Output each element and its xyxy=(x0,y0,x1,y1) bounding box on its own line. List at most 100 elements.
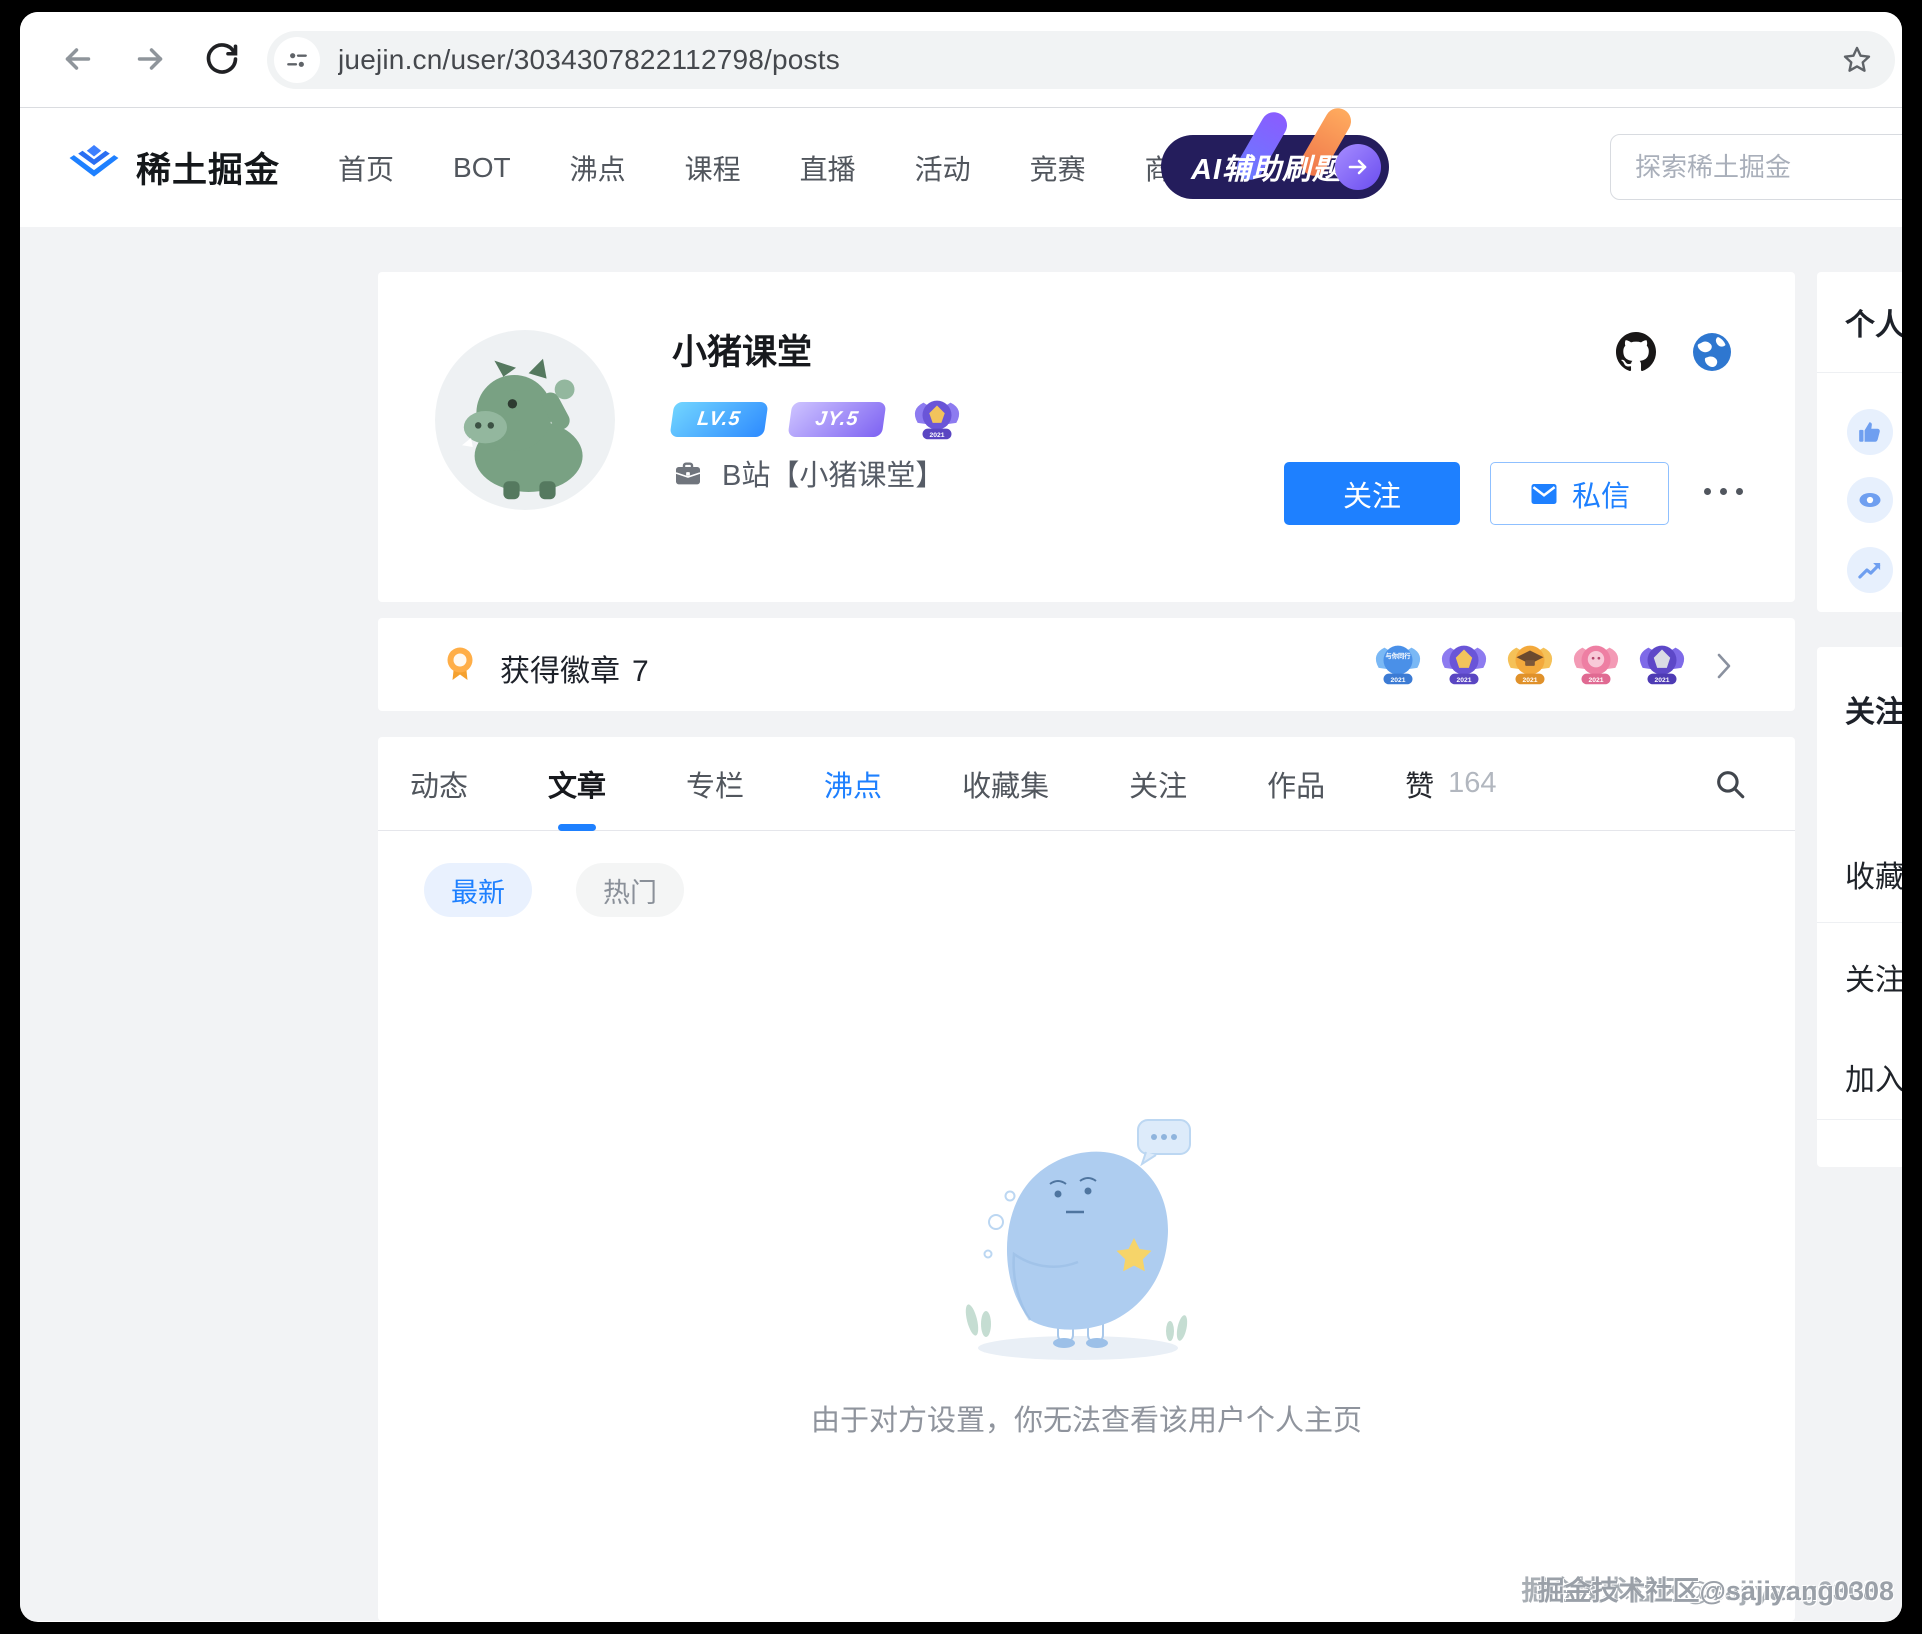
badges-strip: 获得徽章7 与你同行 2021 2021 xyxy=(378,618,1795,711)
ai-practice-label: AI辅助刷题 xyxy=(1191,146,1342,188)
badge-silver-pen-2021-icon: 2021 xyxy=(1633,635,1691,693)
avatar[interactable] xyxy=(435,330,615,510)
globe-icon xyxy=(1692,332,1732,372)
jy-badge[interactable]: JY.5 xyxy=(788,402,887,437)
divider xyxy=(1817,922,1902,923)
filter-hot[interactable]: 热门 xyxy=(576,863,684,917)
follow-button[interactable]: 关注 xyxy=(1284,462,1460,525)
tab-following[interactable]: 关注 xyxy=(1129,737,1187,831)
nav-item-contests[interactable]: 竞赛 xyxy=(1030,148,1086,188)
tab-activity[interactable]: 动态 xyxy=(410,737,468,831)
thumbs-up-icon xyxy=(1857,419,1883,445)
arrow-right-icon xyxy=(1335,144,1381,190)
logo-text: 稀土掘金 xyxy=(136,142,280,193)
page-content: 小猪课堂 LV.5 JY.5 2021 xyxy=(20,227,1902,1621)
search-input[interactable] xyxy=(1611,135,1902,199)
forward-arrow-icon xyxy=(132,41,168,77)
svg-text:2021: 2021 xyxy=(1522,677,1537,684)
stats-card: 关注了 收藏集 关注标签 加入于 xyxy=(1817,647,1902,1167)
badge-tongxing-2021-icon: 与你同行 2021 xyxy=(1369,635,1427,693)
forward-button[interactable] xyxy=(130,40,170,80)
badges-label: 获得徽章7 xyxy=(500,646,649,690)
tab-search-button[interactable] xyxy=(1713,767,1747,806)
creator-2021-badge-icon[interactable]: 2021 xyxy=(908,390,966,448)
nav-item-courses[interactable]: 课程 xyxy=(685,148,741,188)
badge-graduation-cap-2021-icon: 2021 xyxy=(1501,635,1559,693)
message-button-label: 私信 xyxy=(1572,473,1630,515)
divider xyxy=(1817,372,1902,373)
sidebar-row-joined[interactable]: 加入于 xyxy=(1845,1055,1902,1099)
browser-window: juejin.cn/user/3034307822112798/posts 稀土… xyxy=(20,12,1902,1622)
github-link[interactable] xyxy=(1616,332,1656,372)
likes-count: 164 xyxy=(1448,767,1496,800)
url-text[interactable]: juejin.cn/user/3034307822112798/posts xyxy=(338,44,1841,76)
nav-item-home[interactable]: 首页 xyxy=(338,148,394,188)
site-search xyxy=(1610,134,1902,200)
empty-state-illustration xyxy=(938,1067,1218,1382)
briefcase-icon xyxy=(672,457,704,489)
level-badge[interactable]: LV.5 xyxy=(670,402,769,437)
following-title[interactable]: 关注了 xyxy=(1845,687,1902,731)
profile-card: 小猪课堂 LV.5 JY.5 2021 xyxy=(378,272,1795,602)
trend-stat-icon xyxy=(1847,547,1893,593)
active-tab-underline xyxy=(558,824,596,831)
likes-stat-icon xyxy=(1847,409,1893,455)
site-info-button[interactable] xyxy=(274,37,320,83)
back-button[interactable] xyxy=(58,40,98,80)
github-icon xyxy=(1616,332,1656,372)
url-bar[interactable]: juejin.cn/user/3034307822112798/posts xyxy=(267,31,1895,89)
tab-works[interactable]: 作品 xyxy=(1267,737,1325,831)
svg-text:2021: 2021 xyxy=(1456,677,1471,684)
profile-tabs: 动态 文章 专栏 沸点 收藏集 关注 作品 赞 164 xyxy=(378,737,1795,831)
nav-item-pins[interactable]: 沸点 xyxy=(570,148,626,188)
message-button[interactable]: 私信 xyxy=(1490,462,1669,525)
user-badges: LV.5 JY.5 2021 xyxy=(672,390,966,448)
badge-icons: 与你同行 2021 2021 2021 xyxy=(1369,635,1691,693)
achievements-title: 个人成就 xyxy=(1845,300,1902,344)
search-icon xyxy=(1713,767,1747,801)
main-menu: 首页 BOT 沸点 课程 直播 活动 竞赛 商城 xyxy=(338,108,1201,227)
more-actions-button[interactable] xyxy=(1704,488,1743,495)
svg-text:2021: 2021 xyxy=(929,432,944,439)
reload-button[interactable] xyxy=(202,40,242,80)
sidebar-row-followed-tags[interactable]: 关注标签 xyxy=(1845,955,1902,999)
tab-likes[interactable]: 赞 164 xyxy=(1405,737,1496,831)
nav-item-live[interactable]: 直播 xyxy=(800,148,856,188)
bookmark-button[interactable] xyxy=(1841,44,1873,76)
tab-pins[interactable]: 沸点 xyxy=(824,737,882,831)
views-stat-icon xyxy=(1847,477,1893,523)
divider xyxy=(1817,1119,1902,1120)
site-header: 稀土掘金 首页 BOT 沸点 课程 直播 活动 竞赛 商城 AI辅助刷题 xyxy=(20,108,1902,227)
juejin-logo[interactable]: 稀土掘金 xyxy=(68,142,280,193)
eye-icon xyxy=(1856,486,1884,514)
bookmark-star-icon xyxy=(1841,44,1873,76)
medal-icon xyxy=(440,644,480,689)
website-link[interactable] xyxy=(1692,332,1732,372)
svg-text:2021: 2021 xyxy=(1588,677,1603,684)
filter-latest[interactable]: 最新 xyxy=(424,863,532,917)
back-arrow-icon xyxy=(60,41,96,77)
profile-tabs-card: 动态 文章 专栏 沸点 收藏集 关注 作品 赞 164 最新 xyxy=(378,737,1795,1621)
tab-columns[interactable]: 专栏 xyxy=(686,737,744,831)
reload-icon xyxy=(204,41,240,77)
tab-collections[interactable]: 收藏集 xyxy=(962,737,1049,831)
empty-state-message: 由于对方设置，你无法查看该用户个人主页 xyxy=(378,1397,1795,1439)
user-job-text: B站【小猪课堂】 xyxy=(722,452,944,494)
ai-practice-button[interactable]: AI辅助刷题 xyxy=(1161,135,1389,199)
svg-text:2021: 2021 xyxy=(1654,677,1669,684)
svg-text:2021: 2021 xyxy=(1390,677,1405,684)
tab-articles[interactable]: 文章 xyxy=(548,737,606,831)
nav-item-bot[interactable]: BOT xyxy=(453,152,511,184)
browser-toolbar: juejin.cn/user/3034307822112798/posts xyxy=(20,12,1902,108)
juejin-logo-icon xyxy=(68,145,120,191)
badge-pink-mascot-2021-icon: 2021 xyxy=(1567,635,1625,693)
sort-filters: 最新 热门 xyxy=(424,863,684,917)
chevron-right-icon[interactable] xyxy=(1716,652,1732,685)
badges-count: 7 xyxy=(632,655,649,688)
sidebar-row-collections[interactable]: 收藏集 xyxy=(1845,852,1902,896)
nav-item-events[interactable]: 活动 xyxy=(915,148,971,188)
user-name: 小猪课堂 xyxy=(672,324,812,375)
svg-text:与你同行: 与你同行 xyxy=(1385,651,1411,660)
user-job: B站【小猪课堂】 xyxy=(672,452,944,494)
site-settings-icon xyxy=(284,47,310,73)
